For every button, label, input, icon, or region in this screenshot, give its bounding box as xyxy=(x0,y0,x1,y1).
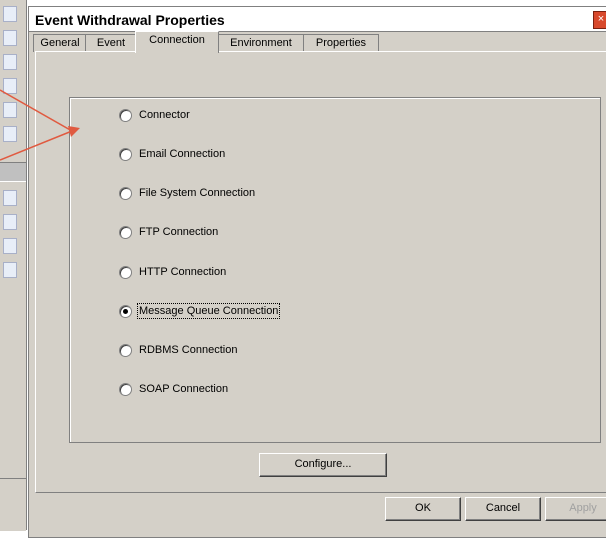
radio-file-system-connection[interactable]: File System Connection xyxy=(119,185,255,201)
radio-label: HTTP Connection xyxy=(139,266,227,278)
radio-button[interactable] xyxy=(119,225,132,239)
radio-message-queue-connection[interactable]: Message Queue Connection xyxy=(119,303,281,319)
radio-label: Connector xyxy=(139,109,190,121)
tab-connection[interactable]: Connection xyxy=(135,31,219,53)
radio-label: FTP Connection xyxy=(139,226,219,238)
radio-button[interactable] xyxy=(119,265,132,279)
background-app-statusbar xyxy=(0,478,26,531)
tab-label: Event xyxy=(96,37,126,49)
apply-label: Apply xyxy=(569,502,597,514)
toolbar-item-icon[interactable] xyxy=(3,30,17,46)
configure-button[interactable]: Configure... xyxy=(259,453,387,477)
toolbar-item-icon[interactable] xyxy=(3,238,17,254)
close-button[interactable]: × xyxy=(593,11,606,29)
radio-button[interactable] xyxy=(119,186,132,200)
dialog-title: Event Withdrawal Properties xyxy=(35,12,225,28)
toolbar-item-icon[interactable] xyxy=(3,78,17,94)
radio-rdbms-connection[interactable]: RDBMS Connection xyxy=(119,342,237,358)
configure-label: Configure... xyxy=(294,458,352,470)
radio-label: Email Connection xyxy=(139,148,226,160)
dialog-titlebar[interactable]: Event Withdrawal Properties × xyxy=(29,7,606,32)
toolbar-item-icon[interactable] xyxy=(3,126,17,142)
toolbar-item-icon[interactable] xyxy=(3,54,17,70)
radio-label: Message Queue Connection xyxy=(136,303,281,319)
background-app-toolbar xyxy=(0,0,27,530)
radio-soap-connection[interactable]: SOAP Connection xyxy=(119,381,228,397)
radio-label: RDBMS Connection xyxy=(139,344,238,356)
properties-dialog: Event Withdrawal Properties × General Ev… xyxy=(28,6,606,538)
toolbar-item-icon[interactable] xyxy=(3,6,17,22)
radio-email-connection[interactable]: Email Connection xyxy=(119,146,225,162)
cancel-button[interactable]: Cancel xyxy=(465,497,541,521)
tab-properties[interactable]: Properties xyxy=(303,34,379,52)
toolbar-item-icon[interactable] xyxy=(3,102,17,118)
radio-label: File System Connection xyxy=(139,187,256,199)
cancel-label: Cancel xyxy=(485,502,521,514)
toolbar-item-icon[interactable] xyxy=(3,190,17,206)
toolbar-item-icon[interactable] xyxy=(3,214,17,230)
radio-label: SOAP Connection xyxy=(139,383,229,395)
tab-label: Connection xyxy=(149,34,205,46)
ok-label: OK xyxy=(415,502,431,514)
tab-general[interactable]: General xyxy=(33,34,87,52)
tab-label: Environment xyxy=(230,37,292,49)
radio-connector[interactable]: Connector xyxy=(119,107,190,123)
tab-label: Properties xyxy=(315,37,367,49)
close-icon: × xyxy=(597,13,605,25)
tab-label: General xyxy=(40,37,80,49)
radio-button[interactable] xyxy=(119,343,132,357)
toolbar-separator xyxy=(0,162,26,182)
toolbar-item-icon[interactable] xyxy=(3,262,17,278)
radio-http-connection[interactable]: HTTP Connection xyxy=(119,264,226,280)
radio-button[interactable] xyxy=(119,382,132,396)
tab-event[interactable]: Event xyxy=(85,34,137,52)
tab-strip: General Event Connection Environment Pro… xyxy=(29,31,606,53)
radio-button-selected[interactable] xyxy=(119,304,132,318)
radio-button[interactable] xyxy=(119,108,132,122)
tab-environment[interactable]: Environment xyxy=(217,34,305,52)
apply-button[interactable]: Apply xyxy=(545,497,606,521)
radio-button[interactable] xyxy=(119,147,132,161)
radio-ftp-connection[interactable]: FTP Connection xyxy=(119,224,218,240)
ok-button[interactable]: OK xyxy=(385,497,461,521)
